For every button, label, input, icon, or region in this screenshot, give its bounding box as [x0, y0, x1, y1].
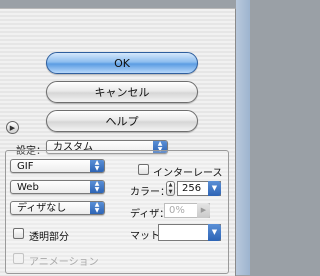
up-down-arrows-icon: ▲ ▼	[90, 202, 104, 214]
palette-popup[interactable]: Web ▲ ▼	[10, 180, 105, 194]
colors-value: 256	[182, 183, 202, 194]
triangle-right-icon[interactable]: ▶	[197, 203, 210, 218]
animation-checkbox[interactable]	[13, 253, 24, 264]
chevron-down-icon[interactable]: ▼	[208, 181, 221, 196]
cancel-button-label: キャンセル	[94, 86, 150, 99]
up-down-arrows-icon: ▲ ▼	[90, 160, 104, 172]
interlace-label: インターレース	[153, 168, 223, 179]
help-button[interactable]: ヘルプ	[46, 110, 198, 132]
animation-label: アニメーション	[29, 257, 99, 268]
format-popup[interactable]: GIF ▲ ▼	[10, 159, 105, 173]
dither-algorithm-popup[interactable]: ディザなし ▲ ▼	[10, 201, 105, 215]
ok-button[interactable]: OK	[46, 52, 198, 74]
up-down-arrows-icon: ▲ ▼	[90, 181, 104, 193]
colors-label: カラー：	[130, 187, 170, 198]
dither-combo[interactable]: 0% ▶	[164, 203, 210, 218]
transparency-checkbox[interactable]	[13, 228, 24, 239]
format-popup-value: GIF	[17, 161, 34, 172]
matte-combo[interactable]: ▼	[158, 224, 221, 241]
transparency-label: 透明部分	[29, 232, 69, 243]
colors-stepper[interactable]: ▲ ▼	[166, 181, 175, 196]
chevron-down-icon[interactable]: ▼	[208, 224, 221, 241]
palette-popup-value: Web	[17, 182, 39, 193]
dither-algorithm-value: ディザなし	[17, 203, 67, 214]
disclosure-triangle-icon[interactable]: ▶	[6, 121, 19, 134]
window-edge	[236, 0, 250, 275]
help-button-label: ヘルプ	[105, 115, 139, 128]
interlace-checkbox[interactable]	[138, 164, 149, 175]
dither-value: 0%	[169, 205, 185, 216]
ok-button-label: OK	[114, 56, 130, 70]
colors-combo[interactable]: 256 ▼	[177, 181, 221, 196]
cancel-button[interactable]: キャンセル	[46, 81, 198, 103]
